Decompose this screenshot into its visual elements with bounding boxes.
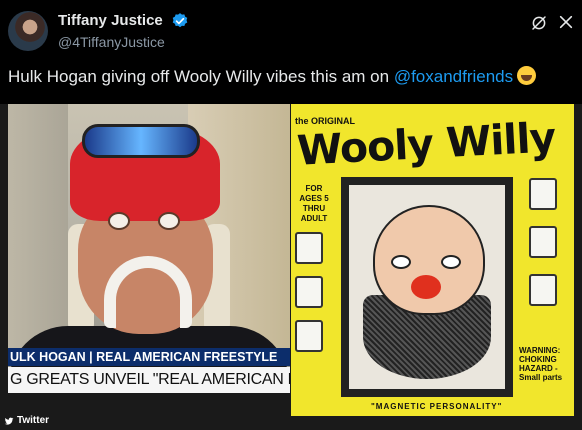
tweet-text: Hulk Hogan giving off Wooly Willy vibes … — [8, 66, 574, 88]
watermark-label: Twitter — [17, 415, 50, 426]
mention-link[interactable]: @foxandfriends — [394, 67, 513, 86]
magnetic-board — [341, 177, 513, 397]
tweet-media[interactable]: ULK HOGAN | REAL AMERICAN FREESTYLE G GR… — [0, 104, 582, 430]
wooly-willy-photo[interactable]: the ORIGINAL Wooly Willy FOR AGES 5 THRU… — [291, 104, 574, 416]
ages-label: FOR AGES 5 THRU ADULT — [299, 184, 329, 223]
display-name[interactable]: Tiffany Justice — [58, 12, 163, 29]
example-face — [295, 320, 323, 352]
twitter-watermark: Twitter — [4, 415, 49, 426]
close-icon[interactable] — [558, 14, 574, 30]
example-face — [529, 178, 557, 210]
example-face — [295, 276, 323, 308]
eye — [158, 212, 180, 230]
example-face — [529, 226, 557, 258]
example-face — [529, 274, 557, 306]
example-face — [295, 232, 323, 264]
magnetic-personality-label: "MAGNETIC PERSONALITY" — [371, 402, 503, 411]
willy-red-nose — [411, 275, 441, 299]
lower-third-headline: G GREATS UNVEIL "REAL AMERICAN FREESTYL — [8, 367, 290, 393]
tweet-header: Tiffany Justice @4TiffanyJustice — [8, 9, 574, 55]
tweet-body: Hulk Hogan giving off Wooly Willy vibes … — [8, 67, 394, 86]
news-ticker — [8, 393, 290, 416]
verified-badge-icon — [172, 13, 188, 28]
lower-third-name: ULK HOGAN | REAL AMERICAN FREESTYLE — [8, 348, 290, 366]
willy-eye — [391, 255, 411, 269]
sunglasses — [82, 124, 200, 158]
eye — [108, 212, 130, 230]
rolling-on-floor-laughing-emoji — [517, 66, 537, 85]
grok-icon[interactable] — [530, 14, 548, 32]
avatar[interactable] — [8, 11, 48, 51]
handle[interactable]: @4TiffanyJustice — [58, 34, 165, 50]
hulk-hogan-photo[interactable]: ULK HOGAN | REAL AMERICAN FREESTYLE G GR… — [8, 104, 290, 416]
willy-eye — [441, 255, 461, 269]
twitter-bird-icon — [4, 417, 14, 425]
warning-label: WARNING: CHOKING HAZARD - Small parts — [519, 346, 563, 382]
background-building — [8, 104, 68, 354]
